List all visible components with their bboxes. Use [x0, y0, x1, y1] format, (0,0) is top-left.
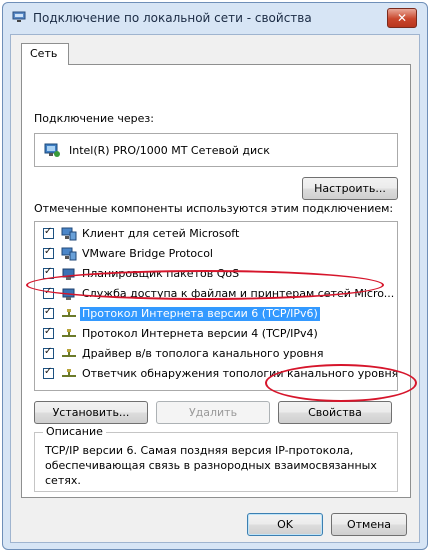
tab-panel: Подключение через: Intel(R) PRO/1000 MT … [21, 64, 411, 498]
tab-network[interactable]: Сеть [21, 43, 69, 65]
components-list[interactable]: ✓ Клиент для сетей Microsoft ✓ VMware Br… [34, 221, 398, 391]
network-connection-icon [12, 11, 26, 22]
check-mark-icon: ✓ [44, 246, 53, 257]
list-item[interactable]: ✓ Ответчик обнаружения топологии канальн… [35, 365, 397, 385]
list-item[interactable]: ✓ VMware Bridge Protocol [35, 245, 397, 265]
dialog-body: Сеть Подключение через: Intel(R) PRO/100… [10, 34, 420, 543]
component-label: VMware Bridge Protocol [82, 247, 213, 260]
list-item[interactable]: ✓ Служба доступа к файлам и принтерам се… [35, 285, 397, 305]
component-checkbox[interactable]: ✓ [43, 266, 54, 279]
list-item[interactable]: ✓ Планировщик пакетов QoS [35, 265, 397, 285]
component-checkbox[interactable]: ✓ [43, 306, 54, 319]
list-item[interactable]: ✓ Драйвер в/в тополога канального уровня [35, 345, 397, 365]
install-button[interactable]: Установить... [34, 401, 148, 424]
network-service-icon [62, 268, 75, 280]
check-mark-icon: ✓ [44, 366, 53, 377]
window-title: Подключение по локальной сети - свойства [33, 11, 312, 25]
protocol-icon [62, 329, 76, 337]
component-label: Ответчик обнаружения топологии канальног… [82, 367, 398, 380]
ok-button[interactable]: OK [247, 513, 323, 536]
close-icon: ✕ [396, 11, 408, 25]
close-button[interactable]: ✕ [387, 8, 417, 28]
title-bar[interactable]: Подключение по локальной сети - свойства… [3, 3, 427, 33]
network-adapter-icon [44, 143, 60, 157]
component-checkbox[interactable]: ✓ [43, 246, 54, 259]
connect-via-label: Подключение через: [34, 112, 154, 125]
component-label: Служба доступа к файлам и принтерам сете… [82, 287, 395, 300]
check-mark-icon: ✓ [44, 266, 53, 277]
remove-button[interactable]: Удалить [156, 401, 270, 424]
component-label: Протокол Интернета версии 4 (TCP/IPv4) [82, 327, 318, 340]
network-service-icon [62, 288, 75, 300]
list-item[interactable]: ✓ Протокол Интернета версии 4 (TCP/IPv4) [35, 325, 397, 345]
component-checkbox[interactable]: ✓ [43, 226, 54, 239]
component-checkbox[interactable]: ✓ [43, 326, 54, 339]
properties-button[interactable]: Свойства [278, 401, 392, 424]
check-mark-icon: ✓ [44, 326, 53, 337]
adapter-box: Intel(R) PRO/1000 MT Сетевой диск [34, 133, 398, 167]
check-mark-icon: ✓ [44, 346, 53, 357]
check-mark-icon: ✓ [44, 286, 53, 297]
protocol-icon [62, 369, 76, 377]
description-group: Описание TCP/IP версии 6. Самая поздняя … [34, 425, 398, 492]
component-label: Планировщик пакетов QoS [82, 267, 240, 280]
component-checkbox[interactable]: ✓ [43, 346, 54, 359]
network-client-icon [61, 247, 77, 261]
components-label: Отмеченные компоненты используются этим … [34, 202, 394, 215]
component-label: Драйвер в/в тополога канального уровня [82, 347, 324, 360]
configure-button[interactable]: Настроить... [302, 177, 398, 200]
protocol-icon [62, 309, 76, 317]
description-legend: Описание [43, 425, 106, 438]
list-item[interactable]: ✓ Клиент для сетей Microsoft [35, 225, 397, 245]
check-mark-icon: ✓ [44, 306, 53, 317]
network-client-icon [61, 227, 77, 241]
check-mark-icon: ✓ [44, 226, 53, 237]
component-checkbox[interactable]: ✓ [43, 286, 54, 299]
protocol-icon [62, 349, 76, 357]
component-label: Клиент для сетей Microsoft [82, 227, 240, 240]
cancel-button[interactable]: Отмена [331, 513, 407, 536]
list-item-selected[interactable]: ✓ Протокол Интернета версии 6 (TCP/IPv6) [35, 305, 397, 325]
tab-network-label: Сеть [30, 47, 58, 60]
component-label: Протокол Интернета версии 6 (TCP/IPv6) [80, 307, 320, 321]
adapter-name: Intel(R) PRO/1000 MT Сетевой диск [69, 144, 270, 157]
properties-window: Подключение по локальной сети - свойства… [2, 2, 428, 550]
component-checkbox[interactable]: ✓ [43, 366, 54, 379]
description-text: TCP/IP версии 6. Самая поздняя версия IP… [45, 444, 377, 487]
